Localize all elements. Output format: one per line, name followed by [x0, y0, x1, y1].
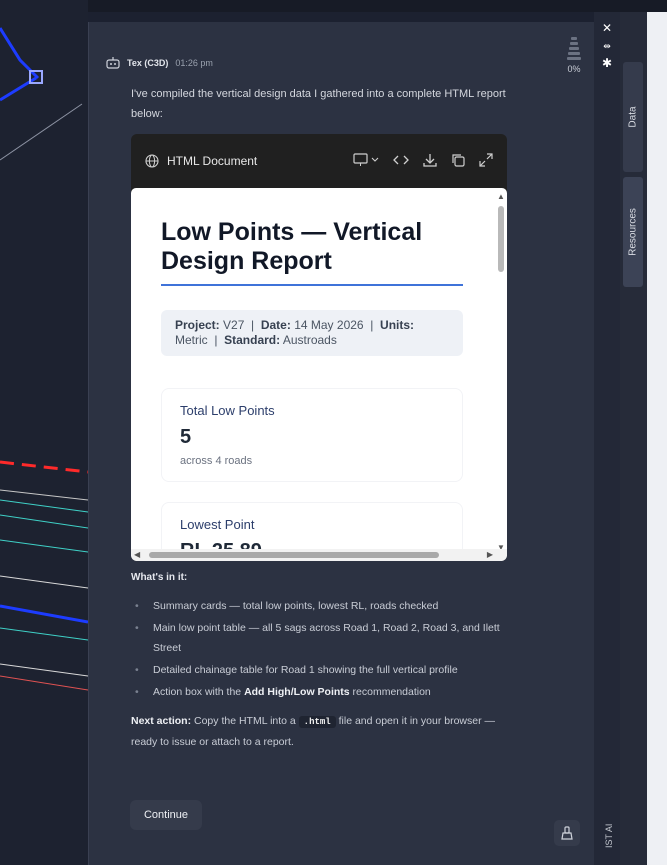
cad-viewport[interactable] [0, 0, 88, 865]
meta-units: Metric [175, 333, 208, 347]
download-icon[interactable] [423, 153, 437, 170]
background-window-edge [647, 12, 667, 865]
scrollbar-thumb[interactable] [149, 552, 439, 558]
meta-standard: Austroads [282, 333, 337, 347]
code-icon[interactable] [393, 153, 409, 170]
vertical-scrollbar[interactable]: ▲ ▼ [497, 192, 505, 552]
stat-label: Lowest Point [180, 517, 255, 532]
progress-bars-icon [562, 37, 586, 60]
report-meta: Project: V27 | Date: 14 May 2026 | Units… [161, 310, 463, 356]
copy-icon[interactable] [451, 153, 465, 170]
inline-code: .html [298, 716, 336, 728]
expand-icon[interactable] [479, 152, 493, 170]
report-title: Low Points — Vertical Design Report [161, 218, 463, 286]
next-action-pre: Copy the HTML into a [191, 715, 299, 727]
progress-value: 0% [567, 64, 581, 74]
meta-project: V27 [223, 318, 245, 332]
html-document-viewer: HTML Document Low Points — Vertical Desi… [131, 134, 507, 561]
cad-drawing [0, 27, 88, 691]
message-time: 01:26 pm [175, 58, 213, 68]
tab-resources[interactable]: Resources [623, 177, 643, 287]
list-item: Summary cards — total low points, lowest… [131, 596, 511, 616]
tab-label: Resources [627, 208, 639, 256]
list-item-prefix: Action box with the [153, 686, 245, 698]
monitor-icon[interactable] [353, 152, 379, 170]
meta-project-label: Project: [175, 318, 220, 332]
author-name: Tex (C3D) [127, 58, 169, 68]
doc-viewer-header: HTML Document [131, 134, 507, 188]
list-item: Detailed chainage table for Road 1 showi… [131, 660, 511, 680]
vertical-label: IST AI [604, 823, 614, 848]
scrollbar-thumb[interactable] [498, 206, 504, 272]
scroll-left-icon[interactable]: ◀ [134, 550, 140, 559]
report-preview[interactable]: Low Points — Vertical Design Report Proj… [131, 188, 507, 561]
intro-text: I've compiled the vertical design data I… [131, 88, 506, 120]
tab-data[interactable]: Data [623, 62, 643, 172]
scroll-right-icon[interactable]: ▶ [487, 550, 493, 559]
list-item-bold: Add High/Low Points [244, 686, 350, 698]
stat-subtext: across 4 roads [180, 455, 253, 467]
next-action-label: Next action: [131, 715, 192, 727]
continue-button[interactable]: Continue [130, 800, 202, 830]
doc-viewer-title: HTML Document [167, 154, 258, 168]
top-bar [0, 0, 667, 12]
whats-in-heading: What's in it: [131, 572, 188, 583]
list-item-suffix: recommendation [349, 686, 431, 698]
meta-units-label: Units: [380, 318, 415, 332]
contents-list: Summary cards — total low points, lowest… [131, 596, 511, 704]
close-icon[interactable]: ✕ [601, 22, 613, 34]
side-tab-strip: Data Resources [620, 12, 647, 865]
broom-icon [561, 826, 573, 840]
scroll-up-icon[interactable]: ▲ [497, 192, 505, 201]
stat-value: 5 [180, 426, 192, 448]
horizontal-scrollbar[interactable]: ◀ ▶ [131, 549, 507, 561]
list-item: Main low point table — all 5 sags across… [131, 618, 511, 658]
globe-icon [145, 154, 159, 168]
panel-controls: ✕ ⇹ ✱ [594, 12, 620, 865]
next-action-text: Next action: Copy the HTML into a .html … [131, 711, 501, 752]
stat-card-total-low-points: Total Low Points 5 across 4 roads [161, 388, 463, 482]
message-header: Tex (C3D) 01:26 pm [106, 57, 213, 69]
list-item: Action box with the Add High/Low Points … [131, 682, 511, 702]
report-content: Low Points — Vertical Design Report Proj… [161, 188, 463, 561]
tab-label: Data [627, 106, 639, 128]
meta-standard-label: Standard: [224, 333, 281, 347]
meta-date: 14 May 2026 [294, 318, 364, 332]
pin-icon[interactable]: ⇹ [601, 40, 613, 52]
clear-chat-button[interactable] [554, 820, 580, 846]
doc-viewer-toolbar [353, 152, 493, 170]
meta-date-label: Date: [260, 318, 291, 332]
settings-icon[interactable]: ✱ [601, 57, 613, 69]
bot-icon [106, 57, 120, 69]
stat-label: Total Low Points [180, 403, 275, 418]
context-progress: 0% [562, 37, 586, 74]
